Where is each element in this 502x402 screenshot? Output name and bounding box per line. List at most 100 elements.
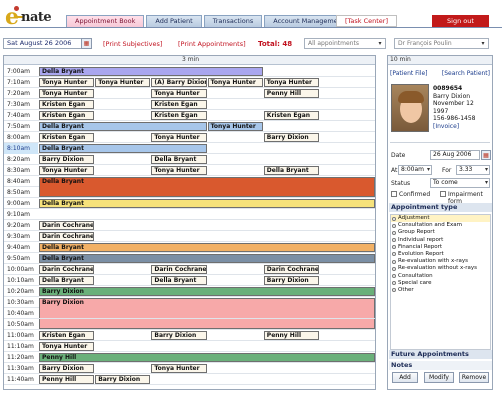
logo-dot <box>14 6 19 11</box>
radio-icon <box>392 274 396 278</box>
patient-info: 0089654 Barry Dixion November 12 1997 15… <box>433 85 491 130</box>
schedule-row[interactable]: 8:50am <box>4 187 375 198</box>
tab-appointment-book[interactable]: Appointment Book <box>66 15 145 27</box>
appointment-type-option[interactable]: Other <box>391 287 490 294</box>
impairment-form-checkbox[interactable] <box>440 191 446 197</box>
appointment-block[interactable]: Kristen Egan <box>39 133 95 142</box>
task-center-link[interactable]: [Task Center] <box>336 15 397 27</box>
appointment-type-option[interactable]: Adjustment <box>391 215 490 223</box>
schedule-row[interactable]: 10:50am <box>4 319 375 330</box>
appointment-block[interactable]: Kristen Egan <box>151 100 207 109</box>
appointment-block[interactable]: Barry Dixion <box>263 133 319 142</box>
appointment-block[interactable]: Kristen Egan <box>39 111 95 120</box>
appointment-type-option[interactable]: Group Report <box>391 229 490 236</box>
time-slot-label: 9:30am <box>7 233 30 240</box>
appointment-block[interactable]: Kristen Egan <box>39 100 95 109</box>
print-appointments-link[interactable]: [Print Appointments] <box>178 40 246 48</box>
appointment-type-option[interactable]: Special care <box>391 280 490 287</box>
calendar-icon[interactable]: ▦ <box>481 150 491 160</box>
appointment-date-field[interactable]: 26 Aug 2006 <box>430 150 480 160</box>
appointment-block[interactable]: Tonya Hunter <box>39 166 95 175</box>
duration-select[interactable]: 3.33 ▾ <box>456 165 490 175</box>
appointment-block[interactable]: Penny Hill <box>263 89 319 98</box>
status-select[interactable]: To come ▾ <box>430 178 490 188</box>
schedule-date-field[interactable]: Sat August 26 2006 <box>3 38 87 49</box>
notes-header[interactable]: Notes <box>389 361 492 370</box>
appointment-filter-select[interactable]: All appointments ▾ <box>304 38 386 49</box>
appointment-type-option[interactable]: Consultation <box>391 273 490 280</box>
time-slot-label: 11:40am <box>7 376 34 383</box>
appointment-block[interactable]: Penny Hill <box>39 375 95 384</box>
time-slot-label: 7:50am <box>7 123 30 130</box>
doctor-select[interactable]: Dr François Poulin ▾ <box>394 38 489 49</box>
appointment-type-option[interactable]: Financial Report <box>391 244 490 251</box>
appointment-block[interactable]: Barry Dixion <box>151 331 207 340</box>
appointment-block[interactable]: Barry Dixion <box>95 375 151 384</box>
appointment-block[interactable]: Barry Dixion <box>263 276 319 285</box>
appointment-type-option[interactable]: Consultation and Exam <box>391 222 490 229</box>
appointment-block[interactable]: Tonya Hunter <box>39 78 95 87</box>
appointment-block[interactable]: Della Bryant <box>39 144 207 153</box>
appointment-block[interactable]: Darin Cochrane <box>39 265 95 274</box>
tab-add-patient[interactable]: Add Patient <box>146 15 202 27</box>
appointment-block[interactable]: Darin Cochrane <box>263 265 319 274</box>
appointment-block[interactable]: Barry Dixion <box>39 364 95 373</box>
appointment-block[interactable]: Tonya Hunter <box>95 78 151 87</box>
confirmed-checkbox[interactable] <box>391 191 397 197</box>
invoice-link[interactable]: [Invoice] <box>433 123 491 131</box>
appointment-block[interactable]: Tonya Hunter <box>263 78 319 87</box>
patient-id: 0089654 <box>433 85 463 92</box>
appointment-block[interactable]: Barry Dixion <box>39 155 95 164</box>
schedule-row[interactable]: 9:10am <box>4 209 375 220</box>
appointment-block[interactable]: (A) Barry Dixion <box>151 78 207 87</box>
appointment-block[interactable]: Darin Cochrane <box>39 232 95 241</box>
time-slot-label: 11:10am <box>7 343 34 350</box>
appointment-type-option[interactable]: Re-evaluation with x-rays <box>391 258 490 265</box>
appointment-block[interactable]: Della Bryant <box>39 122 207 131</box>
appointment-block[interactable]: Tonya Hunter <box>39 342 95 351</box>
appointment-block[interactable]: Della Bryant <box>39 243 375 252</box>
patient-file-link[interactable]: [Patient File] <box>390 70 428 77</box>
schedule-row[interactable]: 10:40am <box>4 308 375 319</box>
appointment-block[interactable]: Tonya Hunter <box>151 89 207 98</box>
tab-transactions[interactable]: Transactions <box>203 15 263 27</box>
appointment-block[interactable]: Della Bryant <box>151 155 207 164</box>
appointment-block[interactable]: Tonya Hunter <box>207 122 263 131</box>
appointment-block[interactable]: Tonya Hunter <box>39 89 95 98</box>
future-appointments-header[interactable]: Future Appointments <box>389 350 492 359</box>
calendar-icon[interactable]: ▦ <box>81 38 92 49</box>
patient-dob-line2: 1997 <box>433 107 449 115</box>
add-button[interactable]: Add <box>392 372 418 383</box>
appointment-block[interactable]: Penny Hill <box>39 353 375 362</box>
radio-icon <box>392 216 396 221</box>
appointment-block[interactable]: Della Bryant <box>263 166 319 175</box>
appointment-block[interactable]: Kristen Egan <box>39 331 95 340</box>
modify-button[interactable]: Modify <box>424 372 454 383</box>
appointment-block[interactable]: Darin Cochrane <box>39 221 95 230</box>
print-subjectives-link[interactable]: [Print Subjectives] <box>103 40 162 48</box>
appointment-block[interactable]: Tonya Hunter <box>151 133 207 142</box>
appointment-block[interactable]: Barry Dixion <box>39 287 375 296</box>
sign-out-button[interactable]: Sign out <box>432 15 489 27</box>
appointment-block[interactable]: Kristen Egan <box>263 111 319 120</box>
appointment-block[interactable]: Della Bryant <box>39 254 375 263</box>
appointment-block[interactable]: Della Bryant <box>39 276 95 285</box>
appointment-block[interactable]: Tonya Hunter <box>151 166 207 175</box>
appointment-type-option[interactable]: Evolution Report <box>391 251 490 258</box>
appointment-block[interactable]: Della Bryant <box>39 199 375 208</box>
appointment-block[interactable]: Tonya Hunter <box>151 364 207 373</box>
appointment-block[interactable]: Della Bryant <box>151 276 207 285</box>
panel-divider <box>390 142 490 143</box>
time-slot-label: 11:20am <box>7 354 34 361</box>
search-patient-link[interactable]: [Search Patient] <box>442 70 490 77</box>
appointment-block[interactable]: Kristen Egan <box>151 111 207 120</box>
appointment-block[interactable]: Della Bryant <box>39 67 263 76</box>
appointment-block[interactable]: Darin Cochrane <box>151 265 207 274</box>
radio-icon <box>392 288 396 293</box>
appointment-type-option[interactable]: Re-evaluation without x-rays <box>391 265 490 272</box>
remove-button[interactable]: Remove <box>459 372 489 383</box>
appointment-block[interactable]: Tonya Hunter <box>207 78 263 87</box>
start-time-select[interactable]: 8:00am ▾ <box>398 165 432 175</box>
appointment-type-option[interactable]: Individual report <box>391 237 490 244</box>
appointment-block[interactable]: Penny Hill <box>263 331 319 340</box>
